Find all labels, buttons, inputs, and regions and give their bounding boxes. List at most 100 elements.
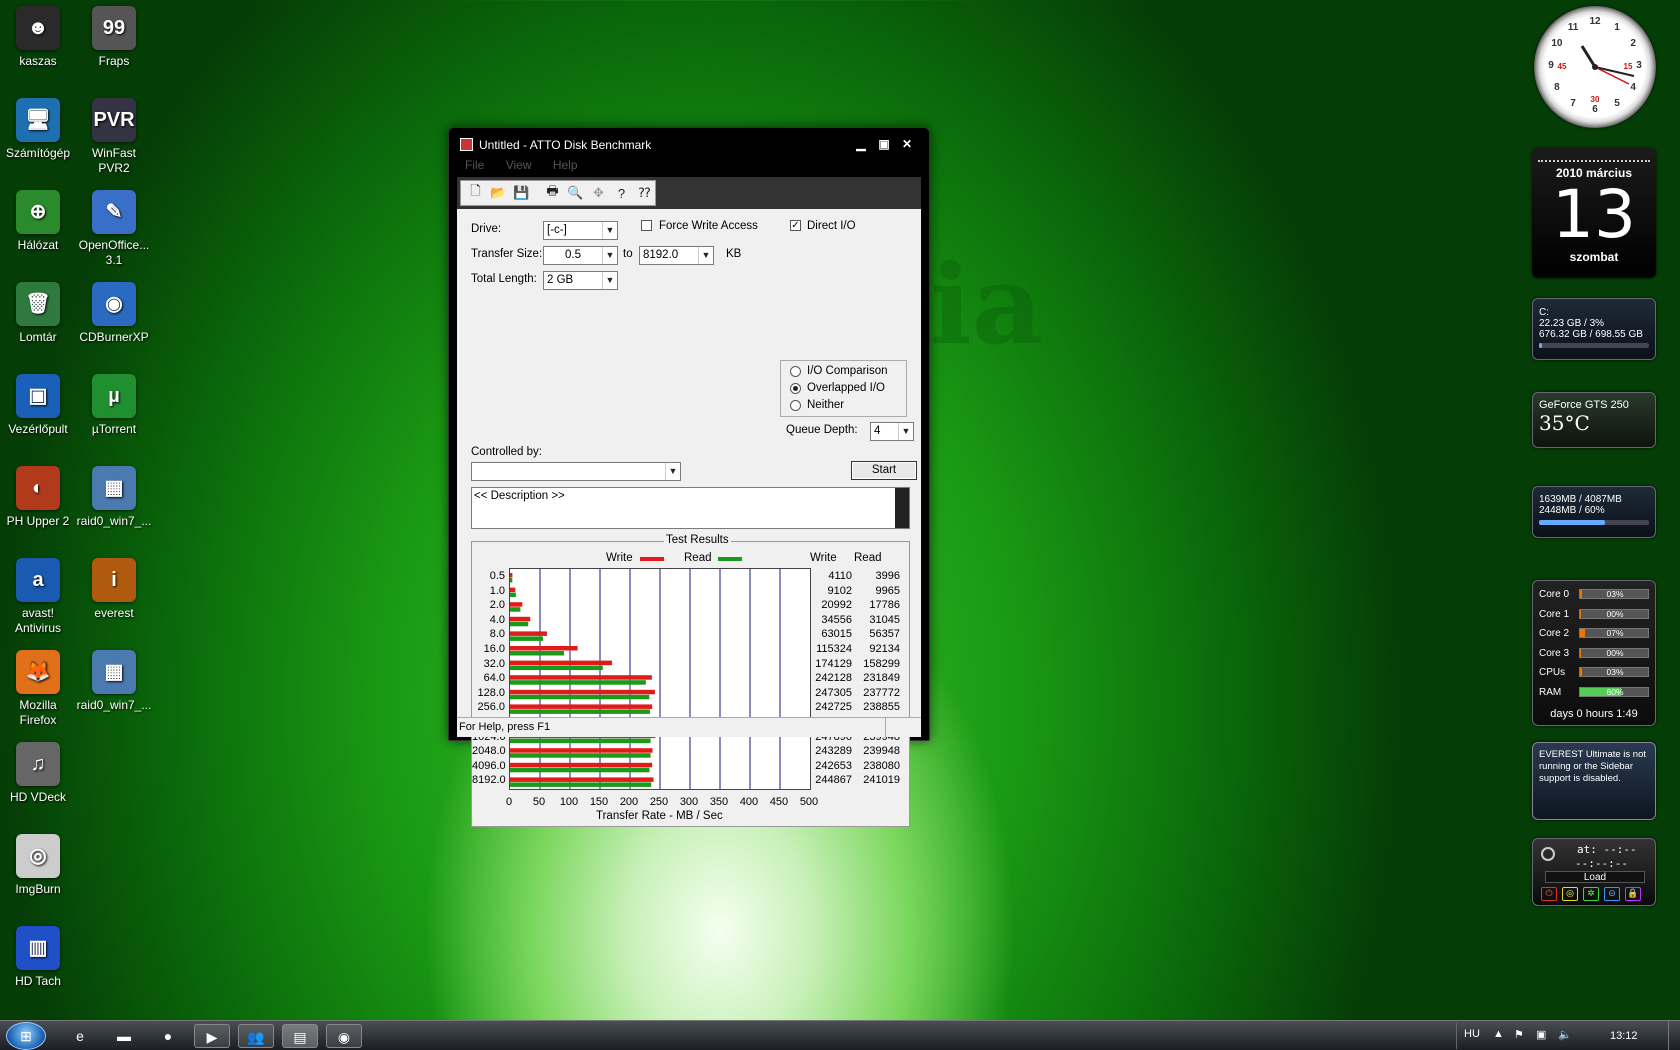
- wmp-icon[interactable]: ▶: [194, 1024, 230, 1048]
- x-axis-label: Transfer Rate - MB / Sec: [596, 810, 723, 822]
- language-indicator[interactable]: HU: [1464, 1028, 1480, 1040]
- start-button[interactable]: Start: [851, 461, 917, 480]
- lock-icon[interactable]: 🔒: [1625, 887, 1641, 901]
- print-preview-icon[interactable]: 🔍: [565, 183, 586, 204]
- desktop-icon-lomt-r[interactable]: 🗑 Lomtár: [0, 278, 76, 345]
- resize-grip-icon[interactable]: [885, 718, 921, 737]
- menu-view[interactable]: View: [506, 158, 532, 172]
- print-icon[interactable]: 🖶: [542, 183, 563, 204]
- force-write-checkbox[interactable]: [641, 220, 652, 231]
- power-icon[interactable]: ⏻: [1541, 887, 1557, 901]
- tray-expand-icon[interactable]: ▲: [1493, 1028, 1504, 1040]
- desktop-icon-label: raid0_win7_...: [76, 698, 152, 712]
- avast-icon: a: [16, 558, 60, 602]
- start-button-orb[interactable]: ⊞: [6, 1022, 46, 1050]
- new-file-icon[interactable]: 🗋: [465, 183, 486, 204]
- memory-usage-bar: [1539, 520, 1649, 525]
- atto-window[interactable]: Untitled - ATTO Disk Benchmark ▁ ▣ ✕ Fil…: [448, 127, 930, 827]
- clock-gadget[interactable]: 12 1 2 3 4 5 6 7 8 9 10 11 15 30 45: [1534, 6, 1656, 128]
- drive-select[interactable]: [-c-] ▼: [543, 221, 618, 240]
- firefox-icon[interactable]: ◉: [326, 1024, 362, 1048]
- desktop-icon-raid0-win7[interactable]: ▦ raid0_win7_...: [76, 462, 152, 529]
- description-scrollbar[interactable]: [895, 488, 909, 528]
- neither-radio[interactable]: [790, 400, 801, 411]
- desktop-icon-avast-antivirus[interactable]: a avast! Antivirus: [0, 554, 76, 636]
- drive-label: Drive:: [471, 223, 502, 235]
- overlapped-io-radio[interactable]: [790, 383, 801, 394]
- desktop-icon-kaszas[interactable]: ☻ kaszas: [0, 2, 76, 69]
- gpu-gadget[interactable]: GeForce GTS 250 35°C: [1532, 392, 1656, 448]
- open-folder-icon[interactable]: 📂: [488, 183, 509, 204]
- desktop-icon-raid0-win7[interactable]: ▦ raid0_win7_...: [76, 646, 152, 713]
- restart-icon[interactable]: ◎: [1562, 887, 1578, 901]
- write-bar-32.0: [510, 660, 613, 666]
- desktop-icon-sz-m-t-g-p[interactable]: 🖥 Számítógép: [0, 94, 76, 161]
- memory-gadget[interactable]: 1639MB / 4087MB 2448MB / 60%: [1532, 486, 1656, 538]
- sleep-icon[interactable]: ✲: [1583, 887, 1599, 901]
- row-label-1.0: 1.0: [489, 584, 505, 597]
- shutdown-gadget[interactable]: at: --:-- --:--:-- Load ⏻ ◎ ✲ ⊝ 🔒: [1532, 838, 1656, 906]
- read-bar-32.0: [510, 665, 603, 671]
- network-tray-icon[interactable]: ▣: [1536, 1028, 1546, 1041]
- total-length-label: Total Length:: [471, 273, 537, 285]
- volume-icon[interactable]: 🔈: [1558, 1028, 1572, 1041]
- action-center-flag-icon[interactable]: ⚑: [1514, 1028, 1524, 1041]
- drive-gadget[interactable]: C: 22.23 GB / 3% 676.32 GB / 698.55 GB: [1532, 298, 1656, 360]
- clock-minute-30: 30: [1590, 95, 1600, 104]
- move-icon[interactable]: ✥: [588, 183, 609, 204]
- write-value-1.0: 9102: [827, 584, 852, 597]
- desktop-icon-hd-tach[interactable]: ▥ HD Tach: [0, 922, 76, 989]
- transfer-to-select[interactable]: 8192.0 ▼: [639, 246, 714, 265]
- maximize-button[interactable]: ▣: [876, 137, 892, 151]
- desktop-icon-ph-upper-2[interactable]: ◐ PH Upper 2: [0, 462, 76, 529]
- save-icon[interactable]: 💾: [511, 183, 532, 204]
- cpu-row-value: 00%: [1606, 647, 1624, 658]
- desktop-icon-vez-rl-pult[interactable]: ▣ Vezérlőpult: [0, 370, 76, 437]
- desktop-icon-imgburn[interactable]: ◎ ImgBurn: [0, 830, 76, 897]
- write-value-32.0: 174129: [815, 657, 852, 670]
- transfer-from-value: 0.5: [565, 249, 581, 261]
- transfer-from-select[interactable]: 0.5 ▼: [543, 246, 618, 265]
- calendar-gadget[interactable]: 2010 március 13 szombat: [1532, 148, 1656, 278]
- cpu-gadget[interactable]: Core 0 03% Core 1 00% Core 2 07% Core 3 00% CPUs…: [1532, 580, 1656, 726]
- logoff-icon[interactable]: ⊝: [1604, 887, 1620, 901]
- write-bar-16.0: [510, 646, 578, 651]
- write-value-8192.0: 244867: [815, 774, 852, 787]
- desktop-icon-mozilla-firefox[interactable]: 🦊 Mozilla Firefox: [0, 646, 76, 728]
- context-help-icon[interactable]: ⁇: [634, 183, 655, 204]
- terminal-icon[interactable]: ▬: [106, 1024, 142, 1048]
- desktop-icon-everest[interactable]: i everest: [76, 554, 152, 621]
- show-desktop-button[interactable]: [1668, 1021, 1680, 1050]
- title-bar[interactable]: Untitled - ATTO Disk Benchmark ▁ ▣ ✕: [449, 128, 929, 160]
- minimize-button[interactable]: ▁: [853, 137, 869, 151]
- description-box[interactable]: << Description >>: [471, 487, 910, 529]
- desktop-icon-fraps[interactable]: 99 Fraps: [76, 2, 152, 69]
- controlled-by-select[interactable]: ▼: [471, 462, 681, 481]
- users-icon[interactable]: 👥: [238, 1024, 274, 1048]
- close-button[interactable]: ✕: [899, 137, 915, 151]
- desktop-icon-h-l-zat[interactable]: ⊕ Hálózat: [0, 186, 76, 253]
- atto-icon[interactable]: ▤: [282, 1024, 318, 1048]
- cpu-row-value: 00%: [1606, 608, 1624, 619]
- row-label-4.0: 4.0: [489, 613, 505, 626]
- main-panel: Drive: [-c-] ▼ Force Write Access ✓ Dire…: [457, 209, 921, 827]
- read-value-8.0: 56357: [869, 628, 900, 641]
- direct-io-checkbox[interactable]: ✓: [790, 220, 801, 231]
- clock-time[interactable]: 13:12: [1610, 1030, 1638, 1042]
- everest-gadget[interactable]: EVEREST Ultimate is not running or the S…: [1532, 742, 1656, 820]
- queue-depth-select[interactable]: 4 ▼: [870, 422, 914, 441]
- menu-help[interactable]: Help: [553, 158, 578, 172]
- desktop-icon-cdburnerxp[interactable]: ◉ CDBurnerXP: [76, 278, 152, 345]
- media-player-icon[interactable]: ●: [150, 1024, 186, 1048]
- io-comparison-radio[interactable]: [790, 366, 801, 377]
- desktop-icon-winfast-pvr2[interactable]: PVR WinFast PVR2: [76, 94, 152, 176]
- menu-file[interactable]: File: [465, 158, 484, 172]
- read-bar-256.0: [510, 709, 650, 714]
- load-button[interactable]: Load: [1545, 871, 1645, 883]
- help-icon[interactable]: ?: [611, 183, 632, 204]
- desktop-icon-openoffice-3-1[interactable]: ✎ OpenOffice... 3.1: [76, 186, 152, 268]
- desktop-icon-hd-vdeck[interactable]: ♫ HD VDeck: [0, 738, 76, 805]
- desktop-icon-torrent[interactable]: µ µTorrent: [76, 370, 152, 437]
- ie-icon[interactable]: e: [62, 1024, 98, 1048]
- total-length-select[interactable]: 2 GB ▼: [543, 271, 618, 290]
